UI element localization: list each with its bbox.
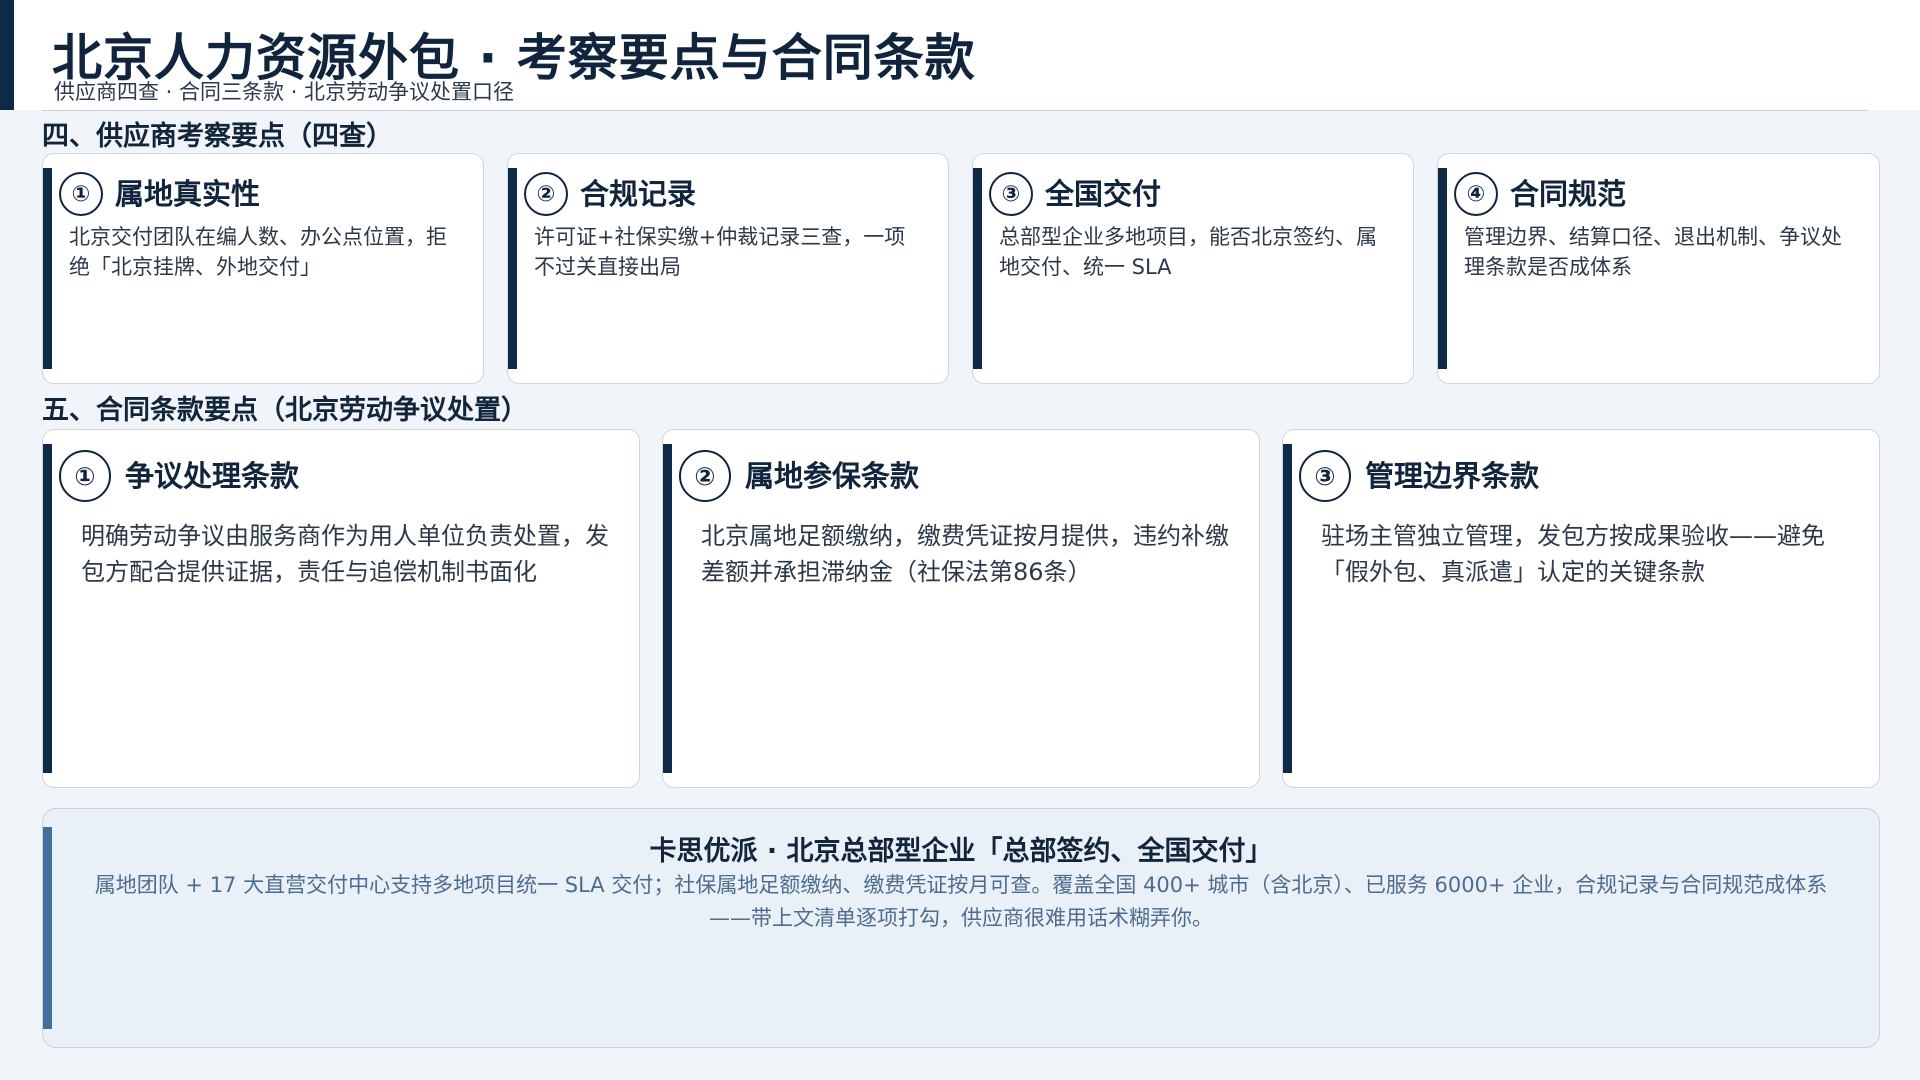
card-accent-bar [508,168,517,369]
card-accent-bar [663,444,672,773]
card-body: 北京属地足额缴纳，缴费凭证按月提供，违约补缴差额并承担滞纳金（社保法第86条） [701,522,1229,586]
summary-callout: 卡思优派 · 北京总部型企业「总部签约、全国交付」 属地团队 + 17 大直营交… [42,808,1880,1048]
card-body: 总部型企业多地项目，能否北京签约、属地交付、统一 SLA [999,225,1377,279]
supplier-check-card-2: ② 合规记录 许可证+社保实缴+仲裁记录三查，一项不过关直接出局 [507,153,949,384]
card-body: 许可证+社保实缴+仲裁记录三查，一项不过关直接出局 [534,225,906,279]
card-accent-bar [43,168,52,369]
card-body: 驻场主管独立管理，发包方按成果验收——避免「假外包、真派遣」认定的关键条款 [1321,522,1825,586]
number-badge: ③ [1299,450,1351,502]
section4-title: 四、供应商考察要点（四查） [42,121,393,152]
card-body: 明确劳动争议由服务商作为用人单位负责处置，发包方配合提供证据，责任与追偿机制书面… [81,522,609,586]
header-divider [42,110,1868,111]
card-title: 全国交付 [1045,177,1162,211]
number-badge: ② [524,172,568,216]
number-badge: ① [59,450,111,502]
card-title: 管理边界条款 [1365,459,1540,493]
card-title: 合同规范 [1510,177,1627,211]
card-accent-bar [1283,444,1292,773]
number-badge: ④ [1454,172,1498,216]
card-title: 属地参保条款 [745,459,920,493]
card-accent-bar [973,168,982,369]
supplier-check-card-3: ③ 全国交付 总部型企业多地项目，能否北京签约、属地交付、统一 SLA [972,153,1414,384]
card-accent-bar [1438,168,1447,369]
callout-title: 卡思优派 · 北京总部型企业「总部签约、全国交付」 [649,836,1273,867]
contract-clause-card-1: ① 争议处理条款 明确劳动争议由服务商作为用人单位负责处置，发包方配合提供证据，… [42,429,640,788]
number-badge: ① [59,172,103,216]
card-title: 争议处理条款 [125,459,300,493]
contract-clause-card-3: ③ 管理边界条款 驻场主管独立管理，发包方按成果验收——避免「假外包、真派遣」认… [1282,429,1880,788]
number-badge: ③ [989,172,1033,216]
section5-title: 五、合同条款要点（北京劳动争议处置） [42,395,528,426]
card-title: 合规记录 [580,177,697,211]
card-title: 属地真实性 [115,177,261,211]
card-accent-bar [43,444,52,773]
card-body: 管理边界、结算口径、退出机制、争议处理条款是否成体系 [1464,225,1842,279]
supplier-check-card-1: ① 属地真实性 北京交付团队在编人数、办公点位置，拒绝「北京挂牌、外地交付」 [42,153,484,384]
number-badge: ② [679,450,731,502]
page-subtitle: 供应商四查 · 合同三条款 · 北京劳动争议处置口径 [54,80,515,104]
header-accent-bar [0,0,14,110]
callout-body: 属地团队 + 17 大直营交付中心支持多地项目统一 SLA 交付；社保属地足额缴… [94,873,1828,930]
card-body: 北京交付团队在编人数、办公点位置，拒绝「北京挂牌、外地交付」 [69,225,447,279]
supplier-check-card-4: ④ 合同规范 管理边界、结算口径、退出机制、争议处理条款是否成体系 [1437,153,1880,384]
contract-clause-card-2: ② 属地参保条款 北京属地足额缴纳，缴费凭证按月提供，违约补缴差额并承担滞纳金（… [662,429,1260,788]
